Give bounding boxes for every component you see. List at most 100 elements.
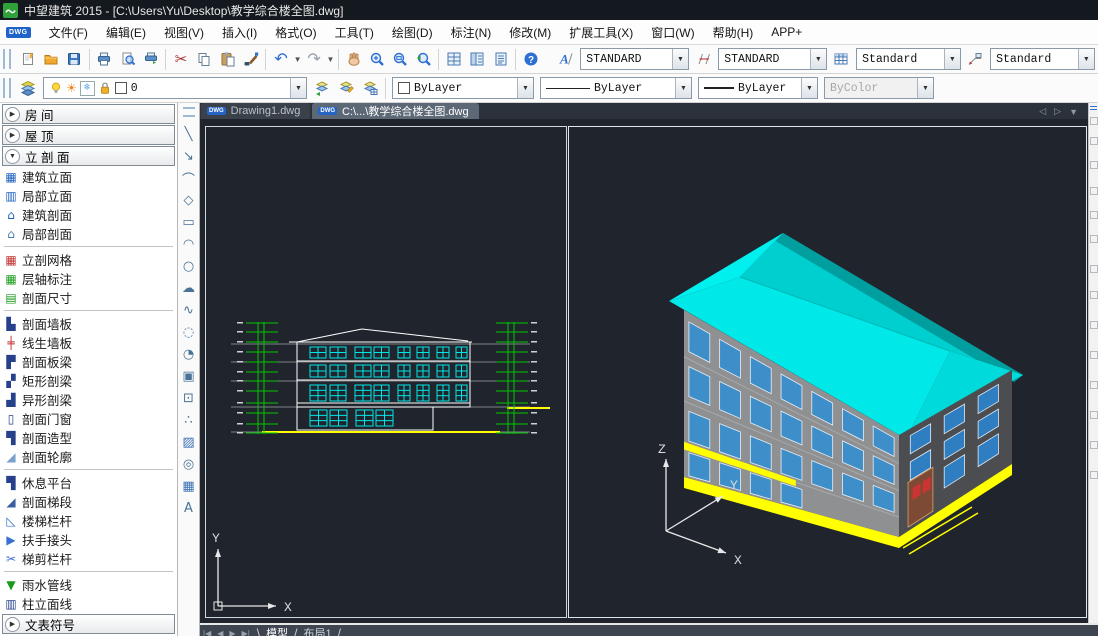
menu-10[interactable]: 窗口(W) <box>642 20 703 44</box>
layer-translate-icon[interactable] <box>358 76 382 100</box>
document-icon[interactable]: DWG <box>6 27 31 38</box>
menu-12[interactable]: APP+ <box>762 20 811 44</box>
palette-item-24[interactable]: ▶扶手接头 <box>0 530 177 549</box>
palette-item-8[interactable]: ▦立剖网格 <box>0 250 177 269</box>
arc-icon[interactable]: ◠ <box>179 233 198 255</box>
palette-item-12[interactable]: ▙剖面墙板 <box>0 314 177 333</box>
expand-icon[interactable]: ▶ <box>5 128 20 143</box>
insert-block-icon[interactable]: ▣ <box>179 365 198 387</box>
tab-model[interactable]: 模型 <box>264 625 290 636</box>
properties-palette-icon[interactable] <box>442 47 465 71</box>
help-icon[interactable]: ? <box>519 47 542 71</box>
layer-manager-icon[interactable] <box>16 76 40 100</box>
scroll-tabs-left-icon[interactable]: ◁ <box>1039 106 1046 117</box>
tab-last-icon[interactable]: ▶| <box>239 629 253 636</box>
palette-group-2[interactable]: ▼立 剖 面 <box>2 146 175 166</box>
pan-icon[interactable] <box>342 47 365 71</box>
menu-5[interactable]: 工具(T) <box>326 20 383 44</box>
clipped-toolbar-icon[interactable] <box>1090 411 1098 419</box>
revision-cloud-icon[interactable]: ☁ <box>179 277 198 299</box>
donut-icon[interactable]: ◎ <box>179 453 198 475</box>
palette-item-23[interactable]: ◺楼梯栏杆 <box>0 511 177 530</box>
palette-group-1[interactable]: ▶屋 顶 <box>2 125 175 145</box>
clipped-toolbar-icon[interactable] <box>1090 265 1098 273</box>
color-combo-dropdown-arrow[interactable]: ▼ <box>517 78 533 98</box>
docked-toolbar-grip[interactable] <box>1090 106 1097 107</box>
clipped-toolbar-icon[interactable] <box>1090 235 1098 243</box>
clipped-toolbar-icon[interactable] <box>1090 441 1098 449</box>
dim-style-combo[interactable]: STANDARD▼ <box>718 48 827 70</box>
linetype-combo-dropdown-arrow[interactable]: ▼ <box>675 78 691 98</box>
paste-icon[interactable] <box>216 47 239 71</box>
clipped-toolbar-icon[interactable] <box>1090 161 1098 169</box>
table-style-combo-dropdown-arrow[interactable]: ▼ <box>944 49 960 69</box>
match-properties-icon[interactable] <box>239 47 262 71</box>
clipped-toolbar-icon[interactable] <box>1090 211 1098 219</box>
palette-item-16[interactable]: ▟异形剖梁 <box>0 390 177 409</box>
construction-line-icon[interactable]: ↘ <box>179 145 198 167</box>
spline-icon[interactable]: ∿ <box>179 299 198 321</box>
rectangle-icon[interactable]: ▭ <box>179 211 198 233</box>
tab-list-dropdown-icon[interactable]: ▼ <box>1069 107 1078 117</box>
layer-combo-dropdown-arrow[interactable]: ▼ <box>290 78 306 98</box>
cut-icon[interactable]: ✂ <box>169 47 192 71</box>
palette-item-27[interactable]: ▼雨水管线 <box>0 575 177 594</box>
undo-icon[interactable]: ↶ <box>269 47 292 71</box>
palette-item-10[interactable]: ▤剖面尺寸 <box>0 288 177 307</box>
mtext-icon[interactable]: A <box>179 497 198 519</box>
palette-item-13[interactable]: ╪线生墙板 <box>0 333 177 352</box>
tab-layout1[interactable]: 布局1 <box>301 625 333 636</box>
tab-next-icon[interactable]: ▶ <box>226 629 238 636</box>
palette-item-4[interactable]: ▥局部立面 <box>0 186 177 205</box>
table-icon[interactable]: ▦ <box>179 475 198 497</box>
clipped-toolbar-icon[interactable] <box>1090 137 1098 145</box>
palette-item-25[interactable]: ✂梯剪栏杆 <box>0 549 177 568</box>
palette-item-18[interactable]: ▜剖面造型 <box>0 428 177 447</box>
ellipse-arc-icon[interactable]: ◔ <box>179 343 198 365</box>
palette-item-21[interactable]: ▜休息平台 <box>0 473 177 492</box>
doc-tab-0[interactable]: DWGDrawing1.dwg <box>201 103 310 119</box>
menu-4[interactable]: 格式(O) <box>266 20 325 44</box>
palette-item-15[interactable]: ▞矩形剖梁 <box>0 371 177 390</box>
expand-icon[interactable]: ▶ <box>5 107 20 122</box>
save-icon[interactable] <box>62 47 85 71</box>
palette-item-3[interactable]: ▦建筑立面 <box>0 167 177 186</box>
model-canvas[interactable]: YXZYX <box>200 119 1088 621</box>
mleader-style-combo-dropdown-arrow[interactable]: ▼ <box>1078 49 1094 69</box>
toolbar-grip[interactable] <box>3 78 11 98</box>
dropdown-arrow-icon[interactable]: ▼ <box>293 55 303 64</box>
clipped-toolbar-icon[interactable] <box>1090 187 1098 195</box>
plot-style-combo[interactable]: ByColor▼ <box>824 77 934 99</box>
scroll-tabs-right-icon[interactable]: ▷ <box>1054 106 1061 117</box>
point-icon[interactable]: ∴ <box>179 409 198 431</box>
color-combo[interactable]: ByLayer▼ <box>392 77 534 99</box>
line-icon[interactable]: ╲ <box>179 123 198 145</box>
drawing-area[interactable]: YXZYX <box>200 119 1088 626</box>
layer-previous-icon[interactable] <box>310 76 334 100</box>
dropdown-arrow-icon[interactable]: ▼ <box>326 55 336 64</box>
palette-item-22[interactable]: ◢剖面梯段 <box>0 492 177 511</box>
menu-1[interactable]: 编辑(E) <box>97 20 155 44</box>
lineweight-combo-dropdown-arrow[interactable]: ▼ <box>801 78 817 98</box>
clipped-toolbar-icon[interactable] <box>1090 381 1098 389</box>
linetype-combo[interactable]: ByLayer▼ <box>540 77 692 99</box>
menu-9[interactable]: 扩展工具(X) <box>560 20 642 44</box>
clipped-toolbar-icon[interactable] <box>1090 117 1098 125</box>
table-style-combo[interactable]: Standard▼ <box>856 48 961 70</box>
layer-combo[interactable]: ☀❄0▼ <box>43 77 307 99</box>
clipped-toolbar-icon[interactable] <box>1090 321 1098 329</box>
plot-icon[interactable] <box>93 47 116 71</box>
publish-icon[interactable] <box>139 47 162 71</box>
tab-prev-icon[interactable]: ◀ <box>214 629 226 636</box>
toolbar-grip[interactable] <box>3 49 11 69</box>
palette-group-29[interactable]: ▶文表符号 <box>2 614 175 634</box>
palette-item-28[interactable]: ▥柱立面线 <box>0 594 177 613</box>
ellipse-icon[interactable]: ◌ <box>179 321 198 343</box>
mleader-style-combo[interactable]: Standard▼ <box>990 48 1095 70</box>
print-preview-icon[interactable] <box>116 47 139 71</box>
palette-item-19[interactable]: ◢剖面轮廓 <box>0 447 177 466</box>
zoom-realtime-icon[interactable] <box>366 47 389 71</box>
plot-style-combo-dropdown-arrow[interactable]: ▼ <box>917 78 933 98</box>
palette-item-6[interactable]: ⌂局部剖面 <box>0 224 177 243</box>
clipped-toolbar-icon[interactable] <box>1090 471 1098 479</box>
